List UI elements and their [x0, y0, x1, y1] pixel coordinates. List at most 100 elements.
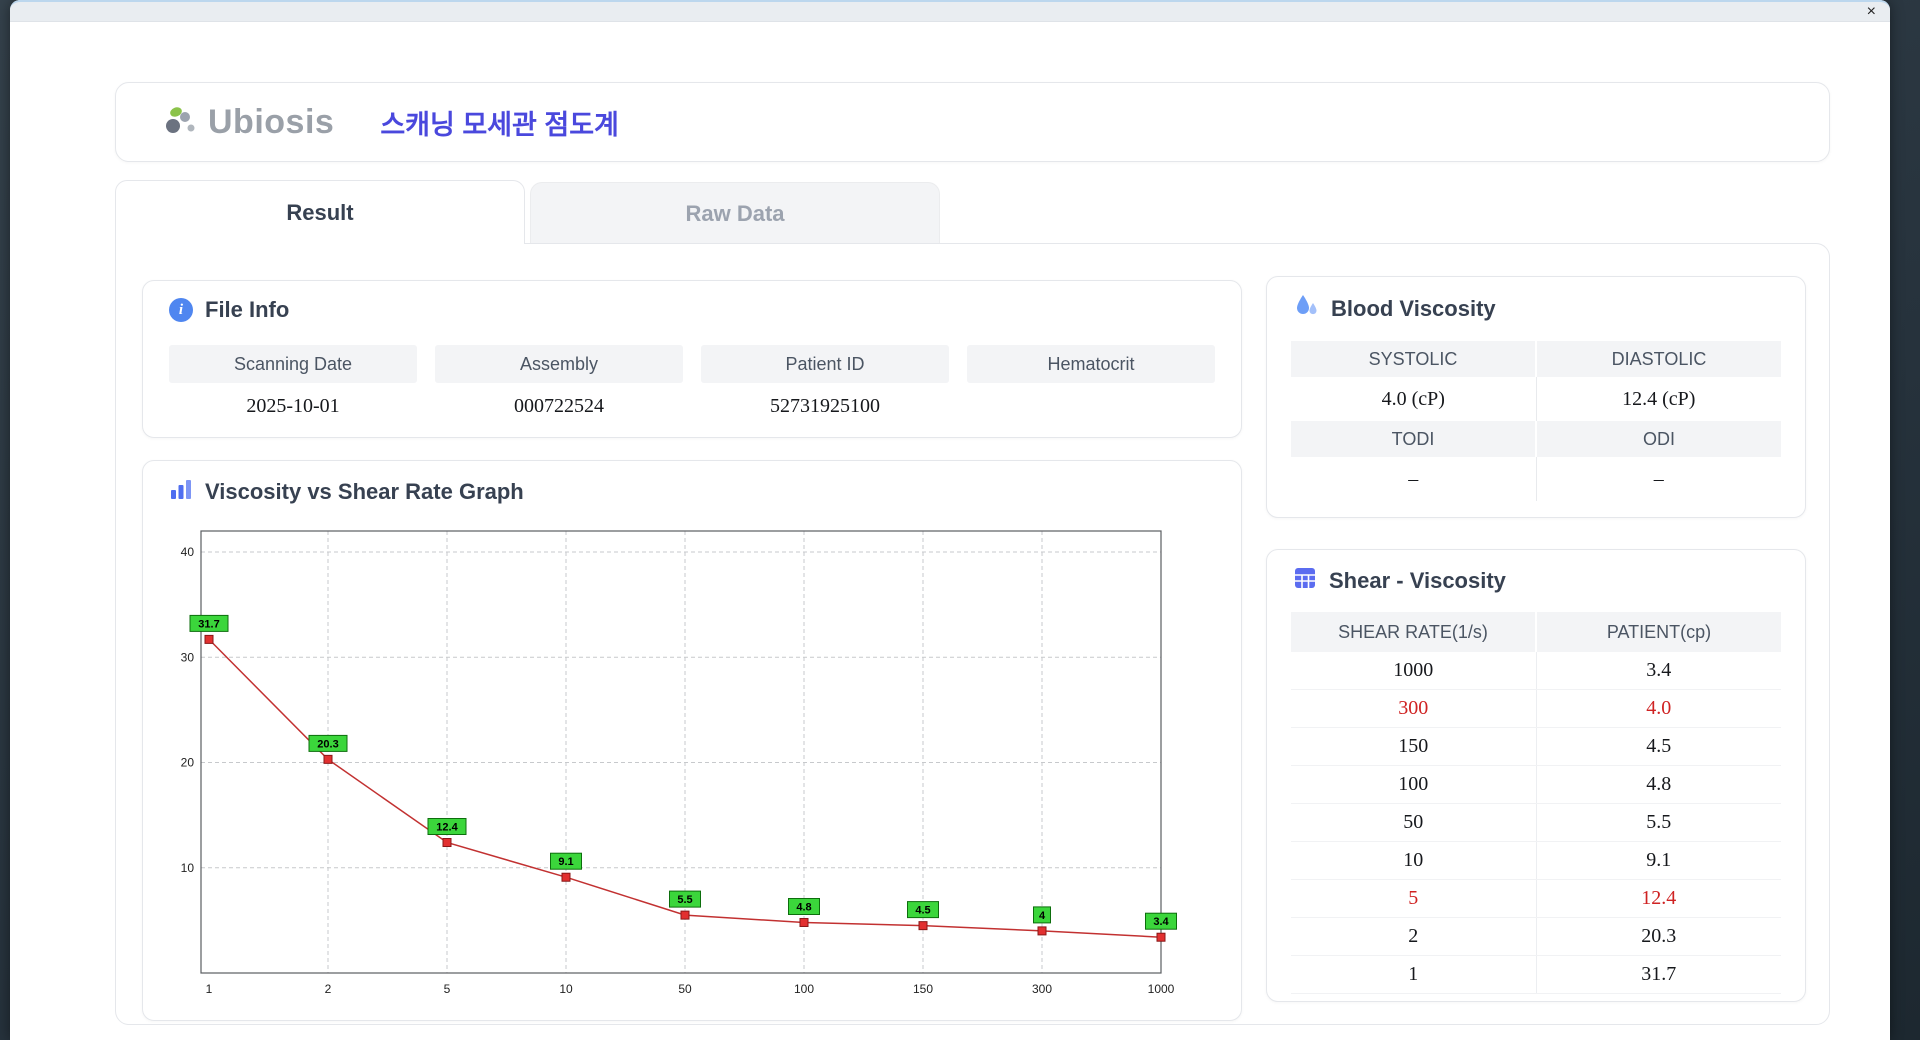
patient-viscosity-cell: 3.4 [1646, 659, 1672, 681]
svg-text:4: 4 [1039, 910, 1046, 922]
shear-rate-cell: 100 [1291, 766, 1537, 803]
field-scanning-date: Scanning Date 2025-10-01 [169, 345, 417, 429]
patient-viscosity-cell: 4.5 [1646, 735, 1672, 757]
patient-viscosity-cell: 31.7 [1641, 963, 1677, 985]
diastolic-label: DIASTOLIC [1537, 341, 1781, 377]
svg-text:1: 1 [206, 982, 213, 996]
table-row: 1 31.7 [1291, 956, 1781, 994]
svg-text:10: 10 [559, 982, 573, 996]
table-row: 5 12.4 [1291, 880, 1781, 918]
page-title: 스캐닝 모세관 점도계 [380, 109, 619, 140]
field-label: Assembly [435, 345, 683, 383]
info-icon: i [169, 298, 193, 322]
table-row: 100 4.8 [1291, 766, 1781, 804]
file-info-title-text: File Info [205, 297, 290, 322]
shear-table-header: SHEAR RATE(1/s) PATIENT(cp) [1291, 612, 1781, 652]
field-label: Hematocrit [967, 345, 1215, 383]
odi-value: – [1653, 467, 1664, 490]
field-label: Patient ID [701, 345, 949, 383]
table-row: 150 4.5 [1291, 728, 1781, 766]
svg-text:300: 300 [1032, 982, 1052, 996]
table-row: 300 4.0 [1291, 690, 1781, 728]
shear-rate-cell: 1000 [1291, 652, 1537, 689]
bv-header-row: TODI ODI [1291, 421, 1781, 457]
file-info-title: i File Info [169, 297, 289, 323]
svg-text:50: 50 [678, 982, 692, 996]
shear-viscosity-title: Shear - Viscosity [1293, 566, 1506, 596]
droplet-icon [1293, 293, 1319, 325]
shear-viscosity-table: SHEAR RATE(1/s) PATIENT(cp) 1000 3.4 300 4.… [1291, 612, 1781, 994]
field-label: Scanning Date [169, 345, 417, 383]
svg-text:40: 40 [181, 545, 195, 559]
bv-value-row: 4.0 (cP) 12.4 (cP) [1291, 377, 1781, 421]
file-info-fields: Scanning Date 2025-10-01 Assembly 000722… [169, 345, 1215, 429]
patient-viscosity-cell: 20.3 [1641, 925, 1677, 947]
field-value: 52731925100 [770, 394, 880, 417]
shear-viscosity-card: Shear - Viscosity SHEAR RATE(1/s) PATIEN… [1266, 549, 1806, 1002]
patient-viscosity-cell: 12.4 [1641, 887, 1677, 909]
close-icon[interactable]: × [1863, 3, 1880, 21]
shear-viscosity-title-text: Shear - Viscosity [1329, 568, 1506, 593]
svg-text:5: 5 [444, 982, 451, 996]
field-value: 2025-10-01 [246, 394, 340, 417]
result-panel: i File Info Scanning Date 2025-10-01 Ass… [115, 243, 1830, 1025]
field-patient-id: Patient ID 52731925100 [701, 345, 949, 429]
patient-viscosity-cell: 9.1 [1646, 849, 1672, 871]
shear-rate-cell: 10 [1291, 842, 1537, 879]
svg-text:30: 30 [181, 650, 195, 664]
table-row: 2 20.3 [1291, 918, 1781, 956]
svg-text:1000: 1000 [1148, 982, 1175, 996]
blood-viscosity-title-text: Blood Viscosity [1331, 296, 1496, 321]
logo-text: Ubiosis [208, 102, 335, 141]
todi-value: – [1291, 457, 1537, 501]
svg-text:3.4: 3.4 [1153, 916, 1169, 928]
bv-header-row: SYSTOLIC DIASTOLIC [1291, 341, 1781, 377]
field-hematocrit: Hematocrit [967, 345, 1215, 429]
table-grid-icon [1293, 566, 1317, 596]
svg-text:20: 20 [181, 756, 195, 770]
blood-viscosity-table: SYSTOLIC DIASTOLIC 4.0 (cP) 12.4 (cP) TO… [1291, 341, 1781, 501]
shear-rate-column-header: SHEAR RATE(1/s) [1291, 612, 1535, 652]
shear-rate-cell: 5 [1291, 880, 1537, 917]
table-row: 1000 3.4 [1291, 652, 1781, 690]
diastolic-value: 12.4 (cP) [1622, 387, 1696, 410]
bv-value-row: – – [1291, 457, 1781, 501]
svg-text:4.8: 4.8 [796, 902, 811, 914]
shear-rate-cell: 2 [1291, 918, 1537, 955]
field-value: 000722524 [514, 394, 604, 417]
graph-title: Viscosity vs Shear Rate Graph [169, 477, 524, 507]
shear-rate-cell: 1 [1291, 956, 1537, 993]
tab-raw-data[interactable]: Raw Data [530, 182, 940, 244]
logo: Ubiosis [162, 103, 334, 142]
field-assembly: Assembly 000722524 [435, 345, 683, 429]
field-value [967, 383, 1215, 429]
blood-viscosity-title: Blood Viscosity [1293, 293, 1496, 325]
patient-viscosity-cell: 4.0 [1646, 697, 1672, 719]
file-info-card: i File Info Scanning Date 2025-10-01 Ass… [142, 280, 1242, 438]
table-row: 10 9.1 [1291, 842, 1781, 880]
table-row: 50 5.5 [1291, 804, 1781, 842]
shear-table-body: 1000 3.4 300 4.0 150 4.5 100 4.8 50 5.5 10 9.1 5 12.4… [1291, 652, 1781, 994]
titlebar: × [10, 0, 1890, 22]
svg-text:5.5: 5.5 [677, 894, 692, 906]
svg-text:4.5: 4.5 [915, 905, 930, 917]
app-window: × Ubiosis 스캐닝 모세관 점도계 Result Raw Data i … [10, 0, 1890, 1040]
shear-rate-cell: 300 [1291, 690, 1537, 727]
odi-label: ODI [1537, 421, 1781, 457]
blood-viscosity-card: Blood Viscosity SYSTOLIC DIASTOLIC 4.0 (… [1266, 276, 1806, 518]
svg-text:31.7: 31.7 [198, 618, 219, 630]
shear-rate-cell: 50 [1291, 804, 1537, 841]
svg-text:9.1: 9.1 [558, 856, 573, 868]
patient-column-header: PATIENT(cp) [1537, 612, 1781, 652]
todi-label: TODI [1291, 421, 1535, 457]
svg-text:12.4: 12.4 [436, 822, 458, 834]
systolic-value: 4.0 (cP) [1291, 377, 1537, 421]
svg-text:20.3: 20.3 [317, 738, 338, 750]
svg-text:150: 150 [913, 982, 933, 996]
tab-result[interactable]: Result [115, 180, 525, 244]
systolic-label: SYSTOLIC [1291, 341, 1535, 377]
viscosity-chart: 10 20 30 40 1 2 5 10 50 100 150 300 1000 31.7 20.3 12.4… [181, 530, 1177, 996]
patient-viscosity-cell: 4.8 [1646, 773, 1672, 795]
patient-viscosity-cell: 5.5 [1646, 811, 1672, 833]
bar-chart-icon [169, 477, 193, 507]
